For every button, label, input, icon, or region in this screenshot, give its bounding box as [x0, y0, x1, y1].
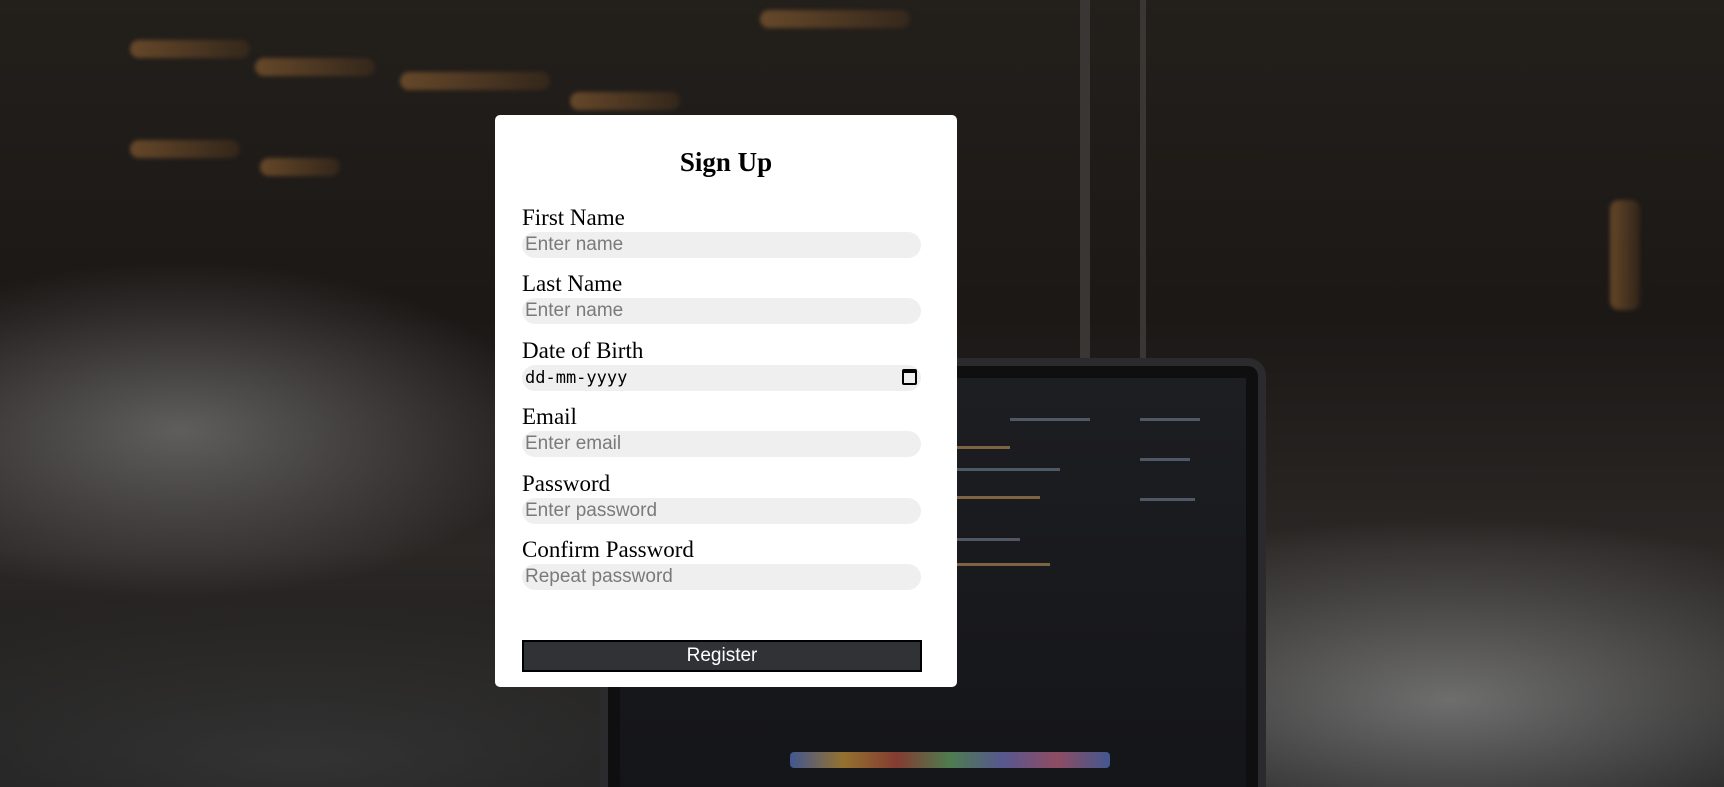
- confirm-password-input[interactable]: [522, 564, 921, 590]
- signup-form-card: Sign Up First Name Last Name Date of Bir…: [495, 115, 957, 687]
- date-format-placeholder: dd-mm-yyyy: [525, 368, 628, 388]
- email-input[interactable]: [522, 431, 921, 457]
- first-name-label: First Name: [522, 205, 625, 230]
- password-label: Password: [522, 471, 611, 496]
- form-title: Sign Up: [679, 147, 773, 177]
- register-button[interactable]: Register: [522, 640, 922, 672]
- date-of-birth-input[interactable]: dd-mm-yyyy: [522, 365, 921, 391]
- confirm-password-label: Confirm Password: [522, 537, 694, 562]
- password-input[interactable]: [522, 498, 921, 524]
- email-label: Email: [522, 404, 577, 429]
- date-of-birth-label: Date of Birth: [522, 338, 644, 363]
- last-name-input[interactable]: [522, 298, 921, 324]
- first-name-input[interactable]: [522, 232, 921, 258]
- calendar-icon[interactable]: [902, 369, 917, 385]
- last-name-label: Last Name: [522, 271, 623, 296]
